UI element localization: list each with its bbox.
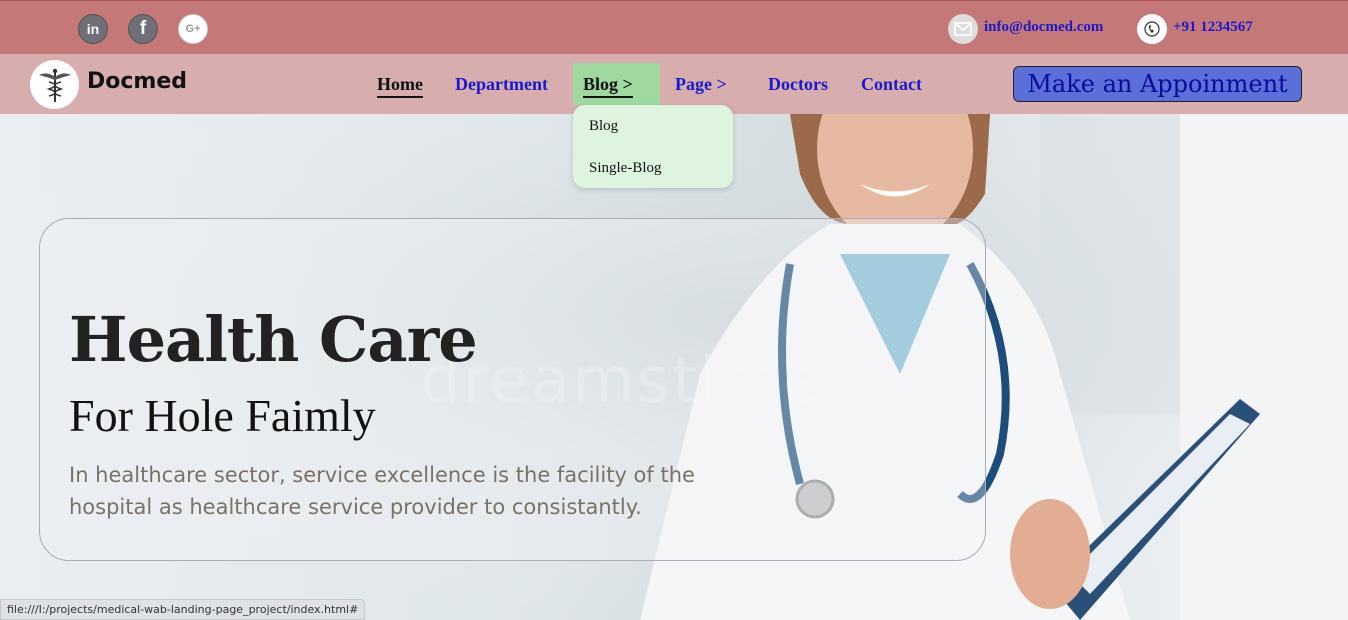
dropdown-item-blog[interactable]: Blog bbox=[589, 118, 618, 135]
nav-blog-active-bg: Blog > bbox=[573, 63, 660, 105]
facebook-glyph: f bbox=[139, 18, 147, 39]
phone-link[interactable]: +91 1234567 bbox=[1173, 19, 1253, 36]
logo[interactable] bbox=[30, 60, 79, 109]
phone-icon bbox=[1137, 14, 1167, 44]
caduceus-icon bbox=[38, 68, 71, 102]
nav-doctors[interactable]: Doctors bbox=[768, 74, 828, 95]
hero-description: In healthcare sector, service excellence… bbox=[69, 463, 695, 519]
hero-section: dreamstime. Health Care For Hole Faimly … bbox=[0, 114, 1348, 620]
hero-card: Health Care For Hole Faimly In healthcar… bbox=[39, 218, 986, 561]
hero-title: Health Care bbox=[69, 303, 478, 376]
nav-home[interactable]: Home bbox=[377, 74, 423, 98]
email-link[interactable]: info@docmed.com bbox=[984, 19, 1103, 36]
nav-department[interactable]: Department bbox=[455, 74, 548, 95]
nav-blog[interactable]: Blog > bbox=[583, 74, 633, 98]
top-bar: in f G+ info@docmed.com +91 1234567 bbox=[0, 0, 1348, 54]
make-appointment-button[interactable]: Make an Appoinment bbox=[1013, 66, 1302, 102]
google-plus-icon[interactable]: G+ bbox=[178, 14, 208, 44]
nav-contact[interactable]: Contact bbox=[861, 74, 922, 95]
mail-icon bbox=[948, 14, 978, 44]
brand-name[interactable]: Docmed bbox=[87, 69, 187, 94]
nav-page[interactable]: Page > bbox=[675, 74, 727, 95]
dropdown-item-single-blog[interactable]: Single-Blog bbox=[589, 160, 662, 177]
browser-status-url: file:///I:/projects/medical-wab-landing-… bbox=[0, 599, 366, 620]
blog-dropdown-menu: Blog Single-Blog bbox=[573, 105, 733, 188]
hero-subtitle: For Hole Faimly bbox=[69, 390, 376, 441]
google-plus-glyph: G+ bbox=[185, 23, 201, 35]
linkedin-icon[interactable]: in bbox=[78, 14, 108, 44]
linkedin-glyph: in bbox=[86, 21, 100, 37]
facebook-icon[interactable]: f bbox=[128, 14, 158, 44]
